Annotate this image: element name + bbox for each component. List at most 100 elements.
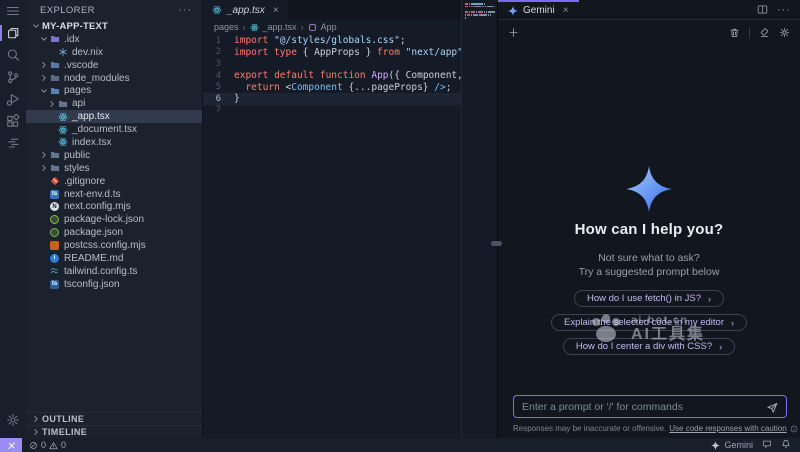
editor-group: _app.tsx × ··· pages › _app.tsx › App 1i… — [203, 0, 497, 438]
tree-item-vscode[interactable]: .vscode — [26, 59, 202, 72]
warnings-icon — [49, 441, 58, 450]
idx-logs-icon[interactable] — [0, 132, 26, 154]
tree-item-pages[interactable]: pages — [26, 84, 202, 97]
tsconfig-icon: ts — [50, 280, 59, 289]
timeline-section[interactable]: TIMELINE — [26, 425, 202, 438]
suggested-prompt-2[interactable]: Explain the selected code in my editor› — [551, 314, 747, 331]
tree-item-app-tsx[interactable]: _app.tsx — [26, 110, 202, 123]
ide-window: EXPLORER ··· MY-APP-TEXT.idxdev.nix.vsco… — [0, 0, 800, 452]
postcss-icon — [50, 241, 59, 250]
gemini-status-label: Gemini — [724, 440, 753, 450]
git-icon — [50, 176, 60, 186]
gemini-disclaimer: Responses may be inaccurate or offensive… — [513, 424, 787, 433]
explorer-more-icon[interactable]: ··· — [178, 4, 192, 16]
minimap[interactable] — [461, 0, 497, 438]
split-editor-icon[interactable] — [757, 4, 768, 15]
status-bar: 0 0 Gemini — [0, 438, 800, 452]
info-icon[interactable] — [790, 425, 798, 433]
warnings-count: 0 — [61, 440, 66, 450]
sparkle-icon — [711, 441, 720, 450]
tree-item-my-app-text[interactable]: MY-APP-TEXT — [26, 20, 202, 33]
react-icon — [58, 137, 68, 147]
code-line-3: 3 — [203, 58, 497, 70]
breadcrumb-folder[interactable]: pages — [214, 22, 239, 32]
search-icon[interactable] — [0, 44, 26, 66]
breadcrumb-file[interactable]: _app.tsx — [263, 22, 297, 32]
tree-item-api[interactable]: api — [26, 97, 202, 110]
tree-item-index-tsx[interactable]: index.tsx — [26, 136, 202, 149]
panel-resize-handle[interactable] — [491, 241, 502, 246]
node-package-icon — [50, 215, 59, 224]
run-debug-icon[interactable] — [0, 88, 26, 110]
tab-app-tsx[interactable]: _app.tsx × — [203, 0, 288, 20]
tree-item-next-config-mjs[interactable]: Nnext.config.mjs — [26, 200, 202, 213]
feedback-icon[interactable] — [762, 439, 772, 451]
gemini-chat-body: How can I help you? Not sure what to ask… — [498, 44, 800, 438]
code-editor[interactable]: 1import "@/styles/globals.css";2import t… — [203, 34, 497, 438]
code-line-4: 4export default function App({ Component… — [203, 70, 497, 82]
code-line-2: 2import type { AppProps } from "next/app… — [203, 47, 497, 59]
gemini-status-item[interactable]: Gemini — [711, 440, 753, 450]
typescript-icon: ts — [50, 190, 59, 199]
tab-gemini[interactable]: Gemini × — [498, 0, 579, 19]
send-icon[interactable] — [766, 401, 778, 413]
gear-icon[interactable] — [779, 27, 790, 38]
close-icon[interactable]: × — [273, 5, 279, 16]
suggested-prompt-1[interactable]: How do I use fetch() in JS?› — [574, 290, 724, 307]
tree-item-document-tsx[interactable]: _document.tsx — [26, 123, 202, 136]
tab-label: _app.tsx — [227, 5, 265, 16]
chevron-down-icon — [39, 86, 49, 96]
outline-section[interactable]: OUTLINE — [26, 412, 202, 425]
folder-icon — [50, 163, 60, 173]
tree-item-postcss-config-mjs[interactable]: postcss.config.mjs — [26, 239, 202, 252]
tree-item-gitignore[interactable]: .gitignore — [26, 175, 202, 188]
extensions-icon[interactable] — [0, 110, 26, 132]
notifications-bell-icon[interactable] — [781, 439, 791, 451]
react-icon — [212, 5, 222, 15]
tree-item-readme-md[interactable]: iREADME.md — [26, 252, 202, 265]
explorer-title: EXPLORER — [40, 5, 95, 16]
editor-tab-bar: _app.tsx × ··· — [203, 0, 497, 20]
chevron-right-icon — [39, 150, 49, 160]
settings-gear-icon[interactable] — [0, 409, 26, 431]
prompt-input-box — [513, 395, 787, 418]
code-line-1: 1import "@/styles/globals.css"; — [203, 35, 497, 47]
tree-item-node-modules[interactable]: node_modules — [26, 72, 202, 85]
disclaimer-link[interactable]: Use code responses with caution — [669, 424, 786, 433]
react-icon — [58, 125, 68, 135]
chevron-down-icon — [31, 21, 41, 31]
nextjs-icon: N — [50, 202, 59, 211]
react-icon — [250, 23, 259, 32]
close-icon[interactable]: × — [563, 5, 569, 16]
activity-bar — [0, 0, 26, 438]
source-control-icon[interactable] — [0, 66, 26, 88]
prompt-input[interactable] — [522, 401, 760, 413]
remote-indicator[interactable] — [0, 438, 22, 452]
outline-label: OUTLINE — [42, 414, 84, 424]
tree-item-package-lock-json[interactable]: package-lock.json — [26, 213, 202, 226]
tree-item-package-json[interactable]: package.json — [26, 226, 202, 239]
tree-item-dev-nix[interactable]: dev.nix — [26, 46, 202, 59]
panel-more-icon[interactable]: ··· — [777, 4, 791, 16]
tree-item-idx[interactable]: .idx — [26, 33, 202, 46]
suggested-prompt-3[interactable]: How do I center a div with CSS?› — [563, 338, 735, 355]
problems-status[interactable]: 0 0 — [29, 440, 66, 450]
explorer-sidebar: EXPLORER ··· MY-APP-TEXT.idxdev.nix.vsco… — [26, 0, 203, 438]
chevron-right-icon — [47, 99, 57, 109]
readme-info-icon: i — [50, 254, 59, 263]
menu-icon[interactable] — [0, 3, 26, 19]
eraser-icon[interactable] — [759, 27, 770, 38]
tree-item-tailwind-config-ts[interactable]: tailwind.config.ts — [26, 265, 202, 278]
new-chat-icon[interactable] — [508, 27, 519, 38]
breadcrumb-symbol[interactable]: App — [321, 22, 337, 32]
tree-item-public[interactable]: public — [26, 149, 202, 162]
chevron-right-icon — [31, 427, 41, 437]
errors-count: 0 — [41, 440, 46, 450]
tree-item-next-env-d-ts[interactable]: tsnext-env.d.ts — [26, 188, 202, 201]
tree-item-styles[interactable]: styles — [26, 162, 202, 175]
gemini-greeting: How can I help you? — [575, 221, 724, 238]
breadcrumb[interactable]: pages › _app.tsx › App — [203, 20, 497, 34]
tree-item-tsconfig-json[interactable]: tstsconfig.json — [26, 278, 202, 291]
explorer-icon[interactable] — [0, 22, 26, 44]
trash-icon[interactable] — [729, 27, 740, 38]
